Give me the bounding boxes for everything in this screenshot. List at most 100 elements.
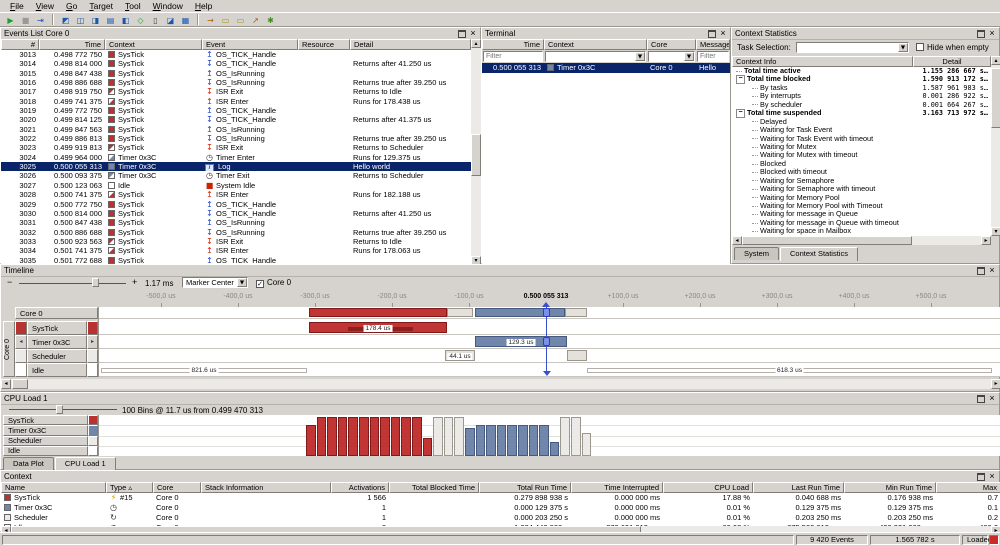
timeline-bar[interactable]: 178.4 us (309, 322, 447, 333)
cpu-load-bar[interactable] (465, 428, 475, 456)
column-header-total-blocked-time[interactable]: Total Blocked Time (389, 482, 479, 493)
data-plot-panel-icon[interactable]: ▯ (149, 14, 162, 26)
timeline-horizontal-scrollbar[interactable]: ◂▸ (1, 379, 1000, 389)
cpu-load-bar[interactable] (518, 425, 528, 456)
scroll-right-icon[interactable]: ▸ (991, 379, 1000, 389)
core0-checkbox[interactable]: ✓Core 0 (256, 278, 291, 288)
stats-tree-item[interactable]: Blocked (732, 160, 991, 168)
terminal-row[interactable]: 0.500 055 313Timer 0x3CCore 0Hello w... (482, 63, 730, 73)
context-row[interactable]: SysTick⚡#15Core 01 5660.279 898 938 s0.0… (1, 493, 1000, 503)
scroll-up-icon[interactable]: ▴ (471, 39, 481, 48)
event-row[interactable]: 30320.500 886 688SysTick↧OS_IsRunningRet… (1, 228, 471, 237)
scroll-left-icon[interactable]: ◂ (1, 379, 11, 389)
event-row[interactable]: 30260.500 093 375Timer 0x3C◷Timer ExitRe… (1, 171, 471, 180)
event-row[interactable]: 30200.499 814 125SysTick↧OS_TICK_HandleR… (1, 115, 471, 124)
cpu-load-chart[interactable] (98, 415, 1000, 456)
zoom-in-button[interactable]: + (132, 277, 137, 287)
cpu-load-bar[interactable] (433, 417, 443, 456)
chevron-down-icon[interactable]: ▼ (635, 52, 645, 61)
scroll-thumb[interactable] (742, 236, 912, 245)
tab-cpu-load-1[interactable]: CPU Load 1 (55, 457, 116, 471)
stats-tree-item[interactable]: Waiting for Semaphore with timeout (732, 185, 991, 193)
event-row[interactable]: 30220.499 886 813SysTick↧OS_IsRunningRet… (1, 134, 471, 143)
scroll-down-icon[interactable]: ▾ (991, 227, 1000, 236)
menu-go[interactable]: Go (60, 0, 83, 13)
column-header-event[interactable]: Event (202, 39, 298, 50)
event-row[interactable]: 30170.498 919 750SysTick↧ISR ExitReturns… (1, 87, 471, 96)
collapse-icon[interactable]: − (736, 109, 745, 118)
close-panel-icon[interactable]: × (719, 28, 727, 39)
cpu-load-bar[interactable] (359, 417, 369, 456)
context-row[interactable]: Timer 0x3C◷Core 010.000 129 375 s0.000 0… (1, 503, 1000, 513)
close-panel-icon[interactable]: × (469, 28, 477, 39)
stats-tree-item[interactable]: Blocked with timeout (732, 168, 991, 176)
column-header-name[interactable]: Name (1, 482, 106, 493)
event-row[interactable]: 30210.499 847 563SysTick↥OS_IsRunning (1, 125, 471, 134)
row-color-chip[interactable] (87, 349, 98, 363)
column-header-time-interrupted[interactable]: Time Interrupted (571, 482, 663, 493)
cpu-load-bar[interactable] (412, 417, 422, 456)
stats-tree-item[interactable]: Waiting for Memory Pool with Timeout (732, 202, 991, 210)
zoom-slider-track[interactable] (19, 283, 126, 284)
events-list-panel-icon[interactable]: ◫ (74, 14, 87, 26)
column-header-last-run-time[interactable]: Last Run Time (753, 482, 844, 493)
cpu-load-bar[interactable] (476, 425, 486, 456)
zoom-slider-thumb[interactable] (92, 278, 99, 287)
cpu-row-label-idle[interactable]: Idle (3, 446, 88, 456)
system-panel-icon[interactable]: ◇ (134, 14, 147, 26)
cpu-load-bar[interactable] (444, 417, 454, 456)
cursor-grip[interactable] (543, 337, 550, 346)
close-panel-icon[interactable]: × (988, 471, 996, 482)
column-header-resource[interactable]: Resource (298, 39, 350, 50)
column-header-core[interactable]: Core (647, 39, 696, 50)
row-color-chip[interactable] (87, 363, 98, 377)
cpu-load-panel-icon[interactable]: ◪ (164, 14, 177, 26)
stats-tree-item[interactable]: Waiting for Task Event (732, 126, 991, 134)
scroll-up-icon[interactable]: ▴ (991, 56, 1000, 65)
event-row[interactable]: 30310.500 847 438SysTick↥OS_IsRunning (1, 218, 471, 227)
task-selection-select[interactable]: ▼ (796, 42, 909, 53)
stats-tree-item[interactable]: Total time active1.155 286 667 s… (732, 67, 991, 75)
float-panel-icon[interactable] (458, 30, 466, 38)
timeline-row-label-systick[interactable]: SysTick (27, 321, 87, 335)
scroll-right-icon[interactable]: ▸ (981, 236, 991, 245)
target-panel-icon[interactable]: ◩ (59, 14, 72, 26)
stats-tree-item[interactable]: By scheduler0.001 664 267 s… (732, 101, 991, 109)
stats-vertical-scrollbar[interactable]: ▴▾ (991, 56, 1000, 236)
column-header-stack-information[interactable]: Stack Information (201, 482, 331, 493)
cpu-load-bar[interactable] (550, 442, 560, 456)
terminal-panel-icon[interactable]: ▤ (104, 14, 117, 26)
timeline-bar[interactable] (475, 308, 565, 317)
tab-system[interactable]: System (734, 247, 779, 260)
event-row[interactable]: 30270.500 123 063Idle■System Idle (1, 181, 471, 190)
column-header-activations[interactable]: Activations (331, 482, 389, 493)
timeline-bar[interactable] (565, 308, 587, 317)
stats-horizontal-scrollbar[interactable]: ◂▸ (732, 236, 991, 245)
stats-tree-item[interactable]: Delayed (732, 118, 991, 126)
timeline-bar[interactable] (447, 308, 473, 317)
timeline-row-label-core-0[interactable]: Core 0 (15, 307, 98, 319)
open-trace-button[interactable]: ▭ (219, 14, 232, 26)
event-row[interactable]: 30250.500 055 313Timer 0x3CiLogHello wor… (1, 162, 471, 171)
column-header-context-info[interactable]: Context Info (732, 56, 913, 67)
event-row[interactable]: 30280.500 741 375SysTick↥ISR EnterRuns f… (1, 190, 471, 199)
stop-button[interactable]: ■ (19, 14, 32, 26)
timeline-track-scheduler[interactable]: 44.1 us (99, 349, 1000, 363)
event-row[interactable]: 30180.499 741 375SysTick↥ISR EnterRuns f… (1, 97, 471, 106)
bins-slider-track[interactable] (9, 409, 117, 410)
bins-slider-thumb[interactable] (56, 405, 63, 414)
stats-tree-item[interactable]: Waiting for Mutex (732, 143, 991, 151)
timeline-bar[interactable] (309, 308, 447, 317)
timeline-bar[interactable] (567, 350, 587, 361)
column-header-message[interactable]: Message (696, 39, 730, 50)
checkbox-icon[interactable] (916, 43, 924, 51)
menu-help[interactable]: Help (189, 0, 218, 13)
timeline-row-label-scheduler[interactable]: Scheduler (27, 349, 87, 363)
timeline-bar[interactable]: 618.3 us (587, 368, 992, 373)
float-panel-icon[interactable] (977, 395, 985, 403)
timeline-track-systick[interactable]: 178.4 us (99, 321, 1000, 335)
scroll-right-icon[interactable]: ▸ (87, 335, 98, 349)
timeline-row-label-timer-0x3c[interactable]: Timer 0x3C (27, 335, 87, 349)
column-header-num[interactable]: # (1, 39, 39, 50)
row-color-chip[interactable] (15, 321, 27, 335)
